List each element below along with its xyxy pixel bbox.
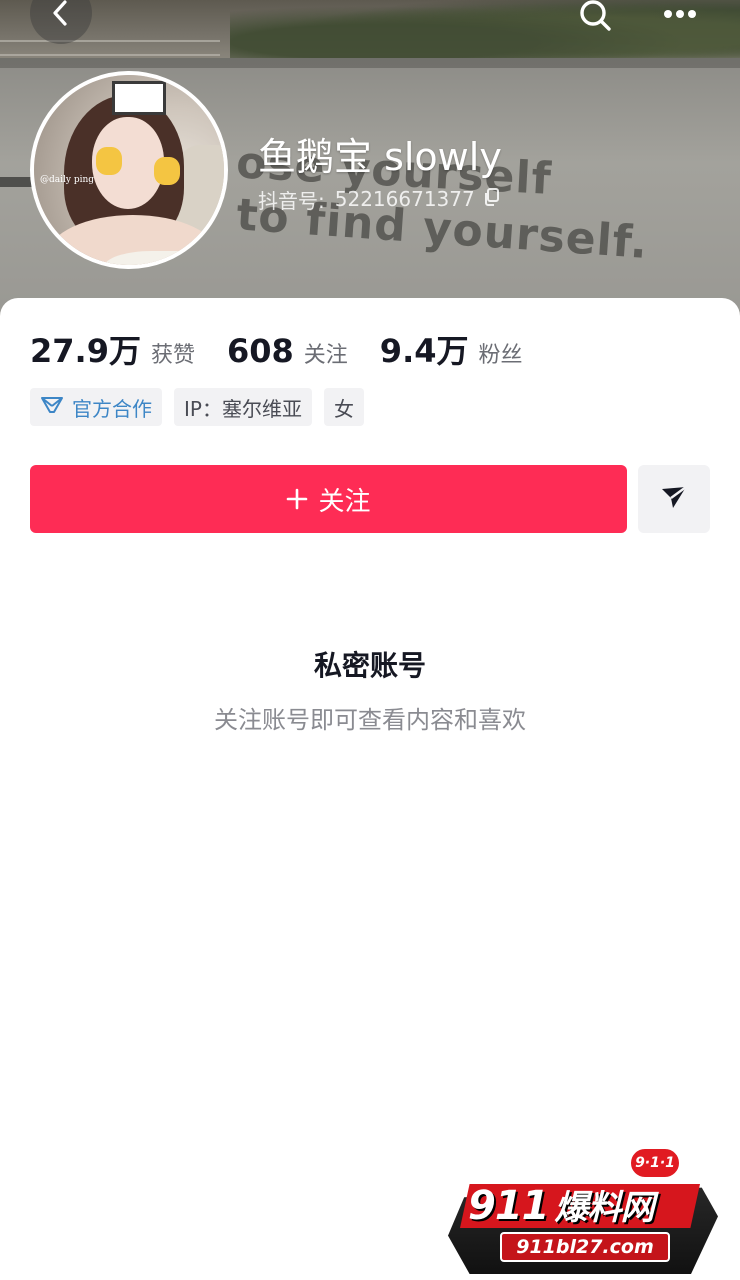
official-partner-icon: [40, 395, 72, 420]
plus-icon: [286, 488, 308, 510]
douyin-id-label: 抖音号:: [258, 188, 325, 213]
follow-label: 关注: [318, 486, 371, 517]
chevron-left-icon: [46, 0, 76, 28]
stat-label: 关注: [303, 343, 348, 368]
tag-row: 官方合作 IP：塞尔维亚 女: [30, 388, 376, 428]
gender-tag: 女: [323, 388, 364, 426]
stat-value: 27.9万: [30, 332, 141, 370]
cover-fence: [0, 40, 220, 56]
message-button[interactable]: [638, 465, 710, 533]
stat-label: 粉丝: [478, 343, 523, 368]
private-account-title: 私密账号: [313, 649, 426, 682]
douyin-id-value: 52216671377: [334, 187, 475, 211]
official-partner-tag[interactable]: 官方合作: [30, 388, 162, 426]
stat-value: 9.4万: [379, 332, 469, 370]
pixel-ears-sticker: [112, 81, 166, 115]
watermark-url: 911bl27.com: [500, 1232, 670, 1262]
avatar-watermark: @daily ping: [40, 175, 95, 185]
copy-icon[interactable]: [483, 187, 501, 212]
watermark-logo: 9·1·1 911 爆料网 911bl27.com: [440, 1138, 730, 1278]
stat-label: 获赞: [150, 343, 195, 368]
stat-followers[interactable]: 9.4万 粉丝: [380, 326, 523, 372]
nickname: 鱼鹅宝 slowly: [258, 135, 502, 179]
stat-following[interactable]: 608 关注: [227, 332, 348, 370]
hand-emoji-icon: [96, 147, 122, 175]
official-partner-label: 官方合作: [72, 396, 152, 421]
stats-row: 27.9万 获赞 608 关注 9.4万 粉丝: [30, 326, 555, 370]
douyin-id-row: 抖音号: 52216671377: [258, 184, 501, 214]
stat-likes[interactable]: 27.9万 获赞: [30, 326, 195, 372]
profile-page: ose yourself to find yourself. @daily pi…: [0, 0, 740, 1280]
avatar[interactable]: @daily ping: [30, 71, 228, 269]
search-button[interactable]: [574, 0, 618, 38]
watermark-brand: 911 爆料网: [468, 1183, 655, 1229]
more-button[interactable]: [658, 0, 702, 34]
search-icon: [577, 0, 615, 35]
private-account-subtitle: 关注账号即可查看内容和喜欢: [214, 706, 526, 734]
cover-wall-shadow: [0, 58, 740, 68]
send-icon: [659, 483, 689, 515]
stat-value: 608: [226, 332, 294, 370]
hand-emoji-icon: [154, 157, 180, 185]
watermark-badge: 9·1·1: [628, 1146, 682, 1180]
follow-button[interactable]: 关注: [30, 465, 627, 533]
ip-location-tag: IP：塞尔维亚: [174, 388, 312, 426]
profile-card: 27.9万 获赞 608 关注 9.4万 粉丝 官方合作 IP：塞尔维亚 女 关…: [0, 298, 740, 1280]
more-dots-icon: [660, 4, 700, 24]
